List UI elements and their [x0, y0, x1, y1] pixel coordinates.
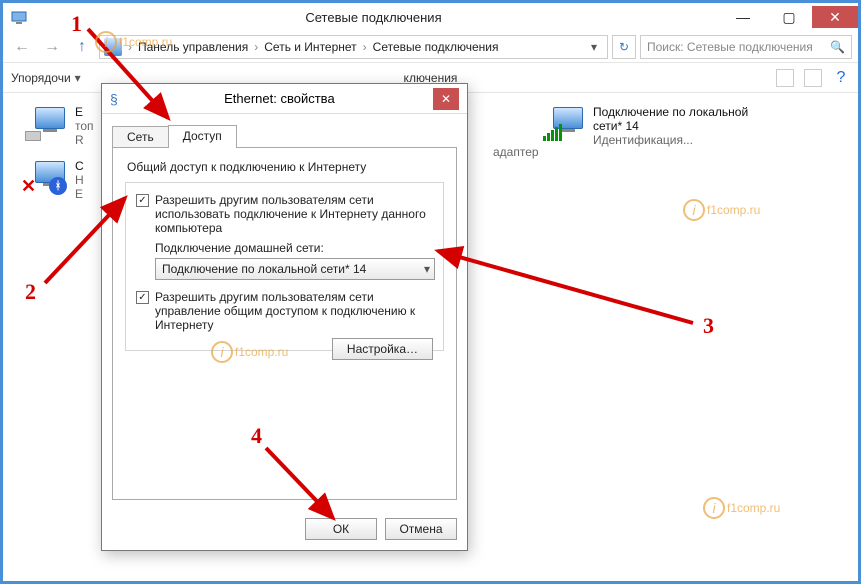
- bluetooth-icon: ᚼ✕: [25, 159, 67, 195]
- home-network-value: Подключение по локальной сети* 14: [162, 262, 366, 276]
- window-title: Сетевые подключения: [27, 10, 720, 25]
- nav-up-button[interactable]: ↑: [69, 34, 95, 60]
- app-icon: [11, 9, 27, 25]
- ok-button[interactable]: ОК: [305, 518, 377, 540]
- settings-button[interactable]: Настройка…: [332, 338, 433, 360]
- allow-sharing-checkbox[interactable]: ✓: [136, 194, 149, 207]
- tab-strip: Сеть Доступ: [112, 124, 457, 147]
- window-titlebar: Сетевые подключения — ▢ ✕: [3, 3, 858, 31]
- address-dropdown[interactable]: ▾: [585, 40, 603, 54]
- connection-bluetooth[interactable]: ᚼ✕ СНE: [25, 159, 84, 201]
- search-box[interactable]: Поиск: Сетевые подключения 🔍: [640, 35, 852, 59]
- organize-menu[interactable]: Упорядочи▾: [11, 71, 81, 85]
- chevron-down-icon: ▾: [424, 262, 430, 276]
- dialog-footer: ОК Отмена: [102, 510, 467, 550]
- tab-network[interactable]: Сеть: [112, 126, 169, 149]
- view-icons-button[interactable]: [776, 69, 794, 87]
- search-icon: 🔍: [830, 40, 845, 54]
- refresh-button[interactable]: ↻: [612, 35, 636, 59]
- view-list-button[interactable]: [804, 69, 822, 87]
- address-icon: [104, 38, 122, 56]
- search-placeholder: Поиск: Сетевые подключения: [647, 40, 813, 54]
- home-network-label: Подключение домашней сети:: [155, 241, 433, 255]
- tab-sharing[interactable]: Доступ: [168, 125, 237, 148]
- address-bar[interactable]: › Панель управления › Сеть и Интернет › …: [99, 35, 608, 59]
- window-close-button[interactable]: ✕: [812, 6, 858, 28]
- breadcrumb-connections[interactable]: Сетевые подключения: [373, 40, 499, 54]
- dialog-title: Ethernet: свойства: [126, 91, 433, 106]
- pin-icon: §: [110, 91, 118, 107]
- tab-panel-sharing: Общий доступ к подключению к Интернету ✓…: [112, 147, 457, 500]
- cancel-button[interactable]: Отмена: [385, 518, 457, 540]
- breadcrumb-network[interactable]: Сеть и Интернет: [264, 40, 356, 54]
- home-network-select[interactable]: Подключение по локальной сети* 14 ▾: [155, 258, 435, 280]
- sharing-group: ✓ Разрешить другим пользователям сети ис…: [125, 182, 444, 351]
- lan14-icon: [543, 105, 585, 141]
- group-title: Общий доступ к подключению к Интернету: [127, 160, 444, 174]
- allow-control-label: Разрешить другим пользователям сети упра…: [155, 290, 433, 332]
- allow-control-checkbox[interactable]: ✓: [136, 291, 149, 304]
- dialog-close-button[interactable]: ✕: [433, 88, 459, 110]
- help-button[interactable]: ?: [832, 69, 850, 87]
- properties-dialog: § Ethernet: свойства ✕ Сеть Доступ Общий…: [101, 83, 468, 551]
- breadcrumb-sep: ›: [128, 40, 132, 54]
- allow-sharing-label: Разрешить другим пользователям сети испо…: [155, 193, 433, 235]
- dialog-titlebar: § Ethernet: свойства ✕: [102, 84, 467, 114]
- adapter-label-fragment: адаптер: [493, 145, 539, 159]
- nav-back-button[interactable]: ←: [9, 34, 35, 60]
- breadcrumb-control-panel[interactable]: Панель управления: [138, 40, 248, 54]
- connection-lan14[interactable]: Подключение по локальнойсети* 14Идентифи…: [543, 105, 748, 147]
- nav-bar: ← → ↑ › Панель управления › Сеть и Интер…: [3, 31, 858, 63]
- nav-forward-button[interactable]: →: [39, 34, 65, 60]
- window-maximize-button[interactable]: ▢: [766, 6, 812, 28]
- window-minimize-button[interactable]: —: [720, 6, 766, 28]
- ethernet-icon: [25, 105, 67, 141]
- connection-ethernet[interactable]: EтопR: [25, 105, 94, 147]
